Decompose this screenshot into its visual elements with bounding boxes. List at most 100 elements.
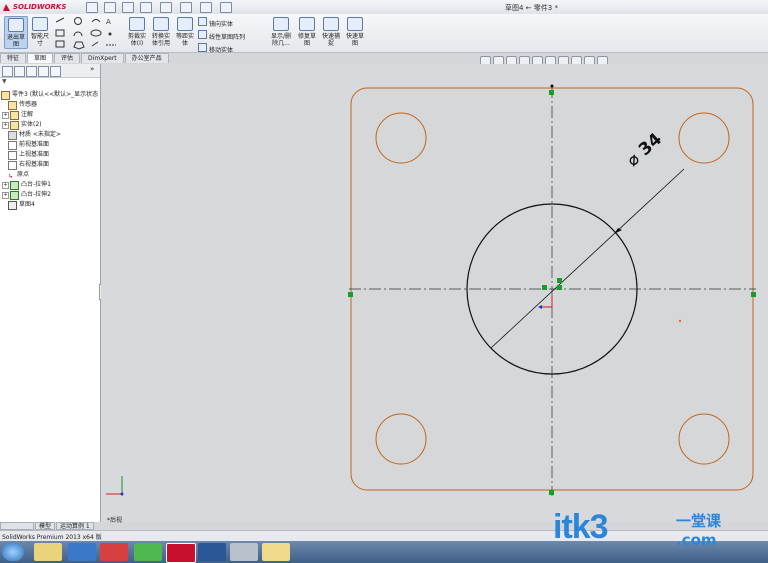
sketch-tools-grid: A	[55, 17, 116, 50]
feature-manager-panel: » ▼ 零件3 (默认<<默认>_显示状态 传感器 + 注解 + 实体(2) 材质 …	[0, 64, 105, 522]
repair-sketch-button[interactable]: 修复草图	[296, 16, 318, 50]
linear-pattern-button[interactable]: 线性草图阵列	[198, 30, 245, 43]
display-relations-button[interactable]: 显示/删除几...	[268, 16, 294, 50]
tree-item-origin[interactable]: ↳ 原点	[8, 170, 29, 180]
exit-sketch-label: 退出草图	[6, 34, 25, 48]
options-icon[interactable]	[220, 2, 232, 13]
expand-icon[interactable]: +	[2, 191, 9, 199]
taskbar-app-icon[interactable]	[68, 543, 96, 561]
expand-icon[interactable]: +	[2, 181, 9, 189]
smart-dimension-button[interactable]: 智能尺寸	[29, 16, 51, 50]
tree-item-right-plane[interactable]: 右视基准面	[8, 160, 49, 170]
title-bar: SOLIDWORKS 草图4 ← 零件3 *	[0, 0, 768, 15]
undo-icon[interactable]	[160, 2, 172, 13]
rapid-sketch-icon	[347, 17, 363, 31]
filter-icon[interactable]: ▼	[2, 78, 7, 85]
origin-icon: ↳	[8, 172, 14, 180]
feature-manager-tab-icon[interactable]	[2, 66, 13, 77]
offset-entities-button[interactable]: 等距实体	[174, 16, 196, 50]
endpoint-marker-top[interactable]	[549, 90, 554, 95]
dimxpert-manager-tab-icon[interactable]	[38, 66, 49, 77]
taskbar-solidworks-icon[interactable]	[166, 543, 196, 563]
tab-motion-study[interactable]: 运动算例 1	[56, 522, 94, 530]
taskbar-browser-icon[interactable]	[134, 543, 162, 561]
taskbar-app-icon[interactable]	[34, 543, 62, 561]
coincident-marker-2[interactable]	[557, 285, 562, 290]
tab-model[interactable]: 模型	[35, 522, 56, 530]
mirror-entities-button[interactable]: 镜向实体	[198, 17, 245, 30]
watermark-sub: 一堂课 .com	[676, 510, 721, 549]
tab-sketch[interactable]: 草图	[27, 53, 54, 63]
configuration-manager-tab-icon[interactable]	[26, 66, 37, 77]
trim-icon	[129, 17, 145, 31]
rectangle-tool-icon	[55, 29, 65, 37]
tab-office-products[interactable]: 办公室产品	[124, 53, 169, 63]
tree-item-front-plane[interactable]: 前视基准面	[8, 140, 49, 150]
extrude-icon	[10, 190, 19, 200]
expand-icon[interactable]: +	[2, 111, 9, 119]
tab-dimxpert[interactable]: DimXpert	[81, 53, 124, 63]
rapid-sketch-button[interactable]: 快速草图	[344, 16, 366, 50]
move-entities-button[interactable]: 移动实体	[198, 43, 245, 56]
graphics-area[interactable]: ⌀ 34	[101, 64, 768, 522]
taskbar-app-icon[interactable]	[100, 543, 128, 561]
triad-z-axis	[120, 492, 124, 496]
print-icon[interactable]	[140, 2, 152, 13]
panel-expand-icon[interactable]: »	[90, 65, 94, 73]
endpoint-marker-right[interactable]	[751, 292, 756, 297]
center-relation-marker[interactable]	[542, 285, 547, 290]
sketch-canvas[interactable]	[101, 64, 768, 522]
panel-tabs: »	[0, 64, 100, 78]
save-icon[interactable]	[122, 2, 134, 13]
taskbar-word-icon[interactable]	[198, 543, 226, 561]
fillet-tool-icon	[91, 41, 99, 47]
tab-evaluate[interactable]: 评估	[54, 53, 81, 63]
expand-icon[interactable]: +	[2, 121, 9, 129]
watermark-dotcom: .com	[676, 531, 717, 549]
exit-sketch-icon	[8, 18, 24, 32]
trim-label: 剪裁实体(I)	[127, 33, 146, 47]
solidworks-logo-icon	[3, 3, 10, 11]
rapid-sketch-label: 快速草图	[345, 33, 364, 47]
taskbar-folder-icon[interactable]	[262, 543, 290, 561]
smart-dimension-icon	[32, 17, 48, 31]
command-tabs: 特征 草图 评估 DimXpert 办公室产品	[0, 53, 170, 63]
tab-scroll-arrows[interactable]	[0, 522, 34, 530]
start-button-icon[interactable]	[2, 543, 24, 561]
plane-icon	[8, 150, 17, 160]
rebuild-icon[interactable]	[200, 2, 212, 13]
line-tool-icon	[55, 17, 65, 23]
move-icon	[198, 43, 207, 52]
tree-item-solid-bodies[interactable]: + 实体(2)	[2, 120, 42, 130]
coincident-marker[interactable]	[557, 278, 562, 283]
tree-item-boss-extrude1[interactable]: + 凸台-拉伸1	[2, 180, 51, 190]
material-icon	[8, 130, 17, 140]
tree-item-sketch4[interactable]: 草图4	[8, 200, 35, 210]
tab-features[interactable]: 特征	[0, 53, 27, 63]
tree-item-top-plane[interactable]: 上视基准面	[8, 150, 49, 160]
tree-item-material[interactable]: 材质 <未指定>	[8, 130, 61, 140]
tree-root[interactable]: 零件3 (默认<<默认>_显示状态	[1, 90, 98, 100]
circle-tool-icon	[74, 17, 82, 25]
property-manager-tab-icon[interactable]	[14, 66, 25, 77]
tree-item-sensors[interactable]: 传感器	[8, 100, 37, 110]
taskbar-app-icon[interactable]	[230, 543, 258, 561]
open-file-icon[interactable]	[104, 2, 116, 13]
convert-entities-button[interactable]: 转换实体引用	[150, 16, 172, 50]
annotations-icon	[10, 110, 19, 120]
quick-snaps-button[interactable]: 快速捕捉	[320, 16, 342, 50]
exit-sketch-button[interactable]: 退出草图	[4, 16, 28, 49]
trim-entities-button[interactable]: 剪裁实体(I)	[126, 16, 148, 50]
display-manager-tab-icon[interactable]	[50, 66, 61, 77]
tree-item-boss-extrude2[interactable]: + 凸台-拉伸2	[2, 190, 51, 200]
repair-icon	[299, 17, 315, 31]
cursor-point	[678, 319, 682, 323]
tree-item-annotations[interactable]: + 注解	[2, 110, 33, 120]
model-tabs: 模型 运动算例 1	[0, 522, 95, 530]
document-title: 草图4 ← 零件3 *	[505, 4, 558, 12]
endpoint-marker-left[interactable]	[348, 292, 353, 297]
new-file-icon[interactable]	[86, 2, 98, 13]
view-name-label: *后视	[107, 517, 123, 524]
endpoint-marker-bottom[interactable]	[549, 490, 554, 495]
select-icon[interactable]	[180, 2, 192, 13]
